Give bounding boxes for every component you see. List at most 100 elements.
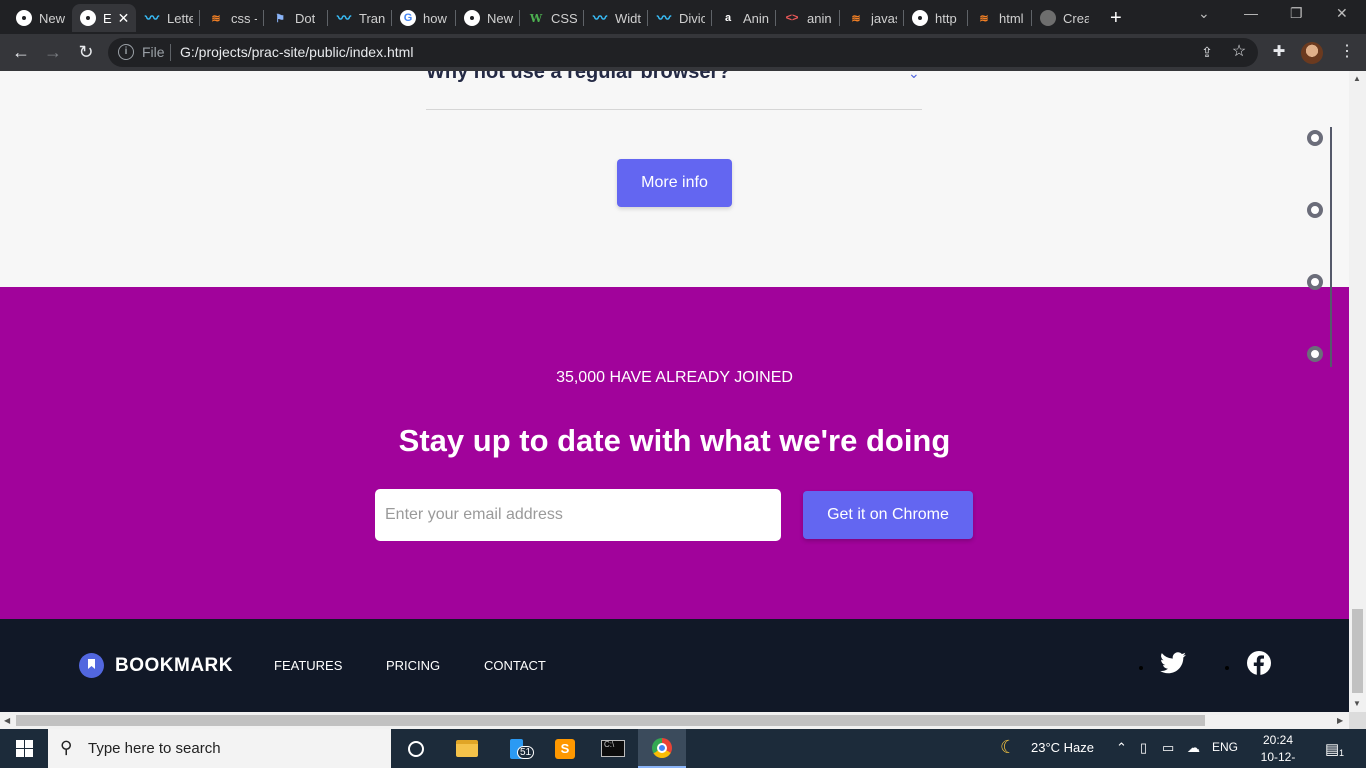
weather-icon[interactable]: ☾: [1000, 737, 1016, 758]
reload-button[interactable]: ↻: [75, 41, 97, 63]
extensions-icon[interactable]: ✚: [1268, 41, 1290, 63]
tab-title: Dot: [295, 10, 316, 26]
browser-tab[interactable]: <> anin: [776, 4, 838, 32]
sublime-text-button[interactable]: S: [541, 729, 589, 768]
scrollbar-corner: [1349, 712, 1366, 729]
taskbar-search-box[interactable]: ⚲ Type here to search: [48, 729, 391, 768]
browser-tab[interactable]: Crea: [1032, 4, 1094, 32]
menu-icon[interactable]: ⋮: [1336, 41, 1358, 63]
clock-time: 20:24: [1262, 733, 1294, 747]
browser-tab[interactable]: a Anin: [712, 4, 774, 32]
profile-avatar[interactable]: [1301, 42, 1323, 64]
tab-title: New: [39, 10, 65, 26]
terminal-button[interactable]: C:\: [589, 729, 637, 768]
footer-link-pricing[interactable]: PRICING: [386, 658, 440, 673]
scroll-indicator-dot[interactable]: [1307, 130, 1323, 146]
tab-title: css -: [231, 10, 257, 26]
browser-tab[interactable]: New: [8, 4, 72, 32]
browser-tab-active[interactable]: E ✕: [72, 4, 136, 32]
browser-toolbar: ← → ↻ i File G:/projects/prac-site/publi…: [0, 34, 1366, 71]
info-icon[interactable]: i: [118, 44, 134, 60]
new-tab-button[interactable]: +: [1110, 7, 1122, 30]
scroll-left-arrow[interactable]: ◀: [4, 716, 10, 725]
scroll-down-arrow[interactable]: ▼: [1353, 699, 1361, 708]
browser-tab[interactable]: 〰 Tran: [328, 4, 390, 32]
browser-tab[interactable]: G how: [392, 4, 454, 32]
url-text[interactable]: G:/projects/prac-site/public/index.html: [180, 44, 413, 60]
terminal-icon: C:\: [601, 740, 625, 757]
windows-taskbar: ⚲ Type here to search 51 S C:\ ☾ 23°C Ha…: [0, 729, 1366, 768]
address-bar[interactable]: i File G:/projects/prac-site/public/inde…: [108, 38, 1258, 67]
flag-icon: ⚑: [275, 12, 285, 25]
browser-tab[interactable]: W CSS: [520, 4, 582, 32]
browser-tab[interactable]: ≋ javas: [840, 4, 902, 32]
language-indicator[interactable]: ENG: [1212, 740, 1238, 754]
vertical-scroll-thumb[interactable]: [1352, 609, 1363, 693]
browser-tab[interactable]: ≋ css -: [200, 4, 262, 32]
newsletter-section: 35,000 HAVE ALREADY JOINED Stay up to da…: [0, 287, 1349, 619]
scroll-indicator-dot[interactable]: [1307, 346, 1323, 362]
close-window-button[interactable]: ✕: [1336, 5, 1348, 22]
taskbar-search-placeholder: Type here to search: [88, 740, 221, 757]
share-icon[interactable]: ⇪: [1196, 41, 1218, 63]
tailwind-icon: 〰: [657, 10, 671, 26]
chevron-down-icon[interactable]: ⌄: [908, 71, 920, 82]
forward-button[interactable]: →: [42, 41, 64, 63]
newsletter-headline: Stay up to date with what we're doing: [398, 423, 951, 458]
chrome-icon: [652, 737, 672, 758]
tab-title: Anin: [743, 10, 769, 26]
joined-count-text: 35,000 HAVE ALREADY JOINED: [556, 369, 793, 386]
tailwind-icon: 〰: [337, 10, 351, 26]
windows-start-icon[interactable]: [16, 740, 33, 757]
stackoverflow-icon: ≋: [979, 12, 989, 25]
battery-icon[interactable]: ▭: [1162, 740, 1174, 756]
email-input[interactable]: [375, 489, 781, 541]
more-info-button[interactable]: More info: [617, 159, 732, 207]
browser-tab[interactable]: ⚑ Dot: [264, 4, 326, 32]
scroll-indicator-dot[interactable]: [1307, 274, 1323, 290]
browser-tab[interactable]: 〰 Lette: [136, 4, 198, 32]
system-clock[interactable]: 20:24 10-12-2021: [1248, 732, 1308, 768]
close-tab-icon[interactable]: ✕: [118, 10, 130, 27]
chevron-up-icon[interactable]: ⌃: [1116, 740, 1127, 756]
device-icon[interactable]: ▯: [1140, 740, 1147, 756]
footer-link-features[interactable]: FEATURES: [274, 658, 342, 673]
minimize-button[interactable]: —: [1244, 5, 1258, 21]
restore-button[interactable]: ❐: [1290, 5, 1303, 22]
scroll-right-arrow[interactable]: ▶: [1337, 716, 1343, 725]
tab-title: CSS: [551, 10, 577, 26]
get-chrome-button[interactable]: Get it on Chrome: [803, 491, 973, 539]
back-button[interactable]: ←: [10, 41, 32, 63]
cortana-button[interactable]: [392, 729, 440, 768]
tab-title: Divic: [679, 10, 705, 26]
scroll-indicator-dot[interactable]: [1307, 202, 1323, 218]
tab-title: html: [999, 10, 1024, 26]
faq-question[interactable]: Why not use a regular browser?: [426, 71, 922, 84]
clock-date: 10-12-2021: [1260, 750, 1296, 768]
horizontal-scrollbar[interactable]: ◀ ▶: [0, 712, 1349, 729]
file-explorer-button[interactable]: [443, 729, 491, 768]
browser-tab[interactable]: http: [904, 4, 966, 32]
globe-icon: [912, 10, 928, 26]
browser-tab[interactable]: New: [456, 4, 518, 32]
weather-text[interactable]: 23°C Haze: [1031, 740, 1094, 755]
twitter-icon[interactable]: [1160, 652, 1186, 674]
scheme-label: File: [142, 44, 165, 60]
tab-title: how: [423, 10, 447, 26]
tab-search-icon[interactable]: ⌄: [1198, 5, 1210, 22]
bookmark-star-icon[interactable]: ☆: [1228, 41, 1250, 63]
vertical-scrollbar[interactable]: ▲ ▼: [1349, 71, 1366, 712]
browser-tab[interactable]: 〰 Widt: [584, 4, 646, 32]
browser-tab[interactable]: ≋ html: [968, 4, 1030, 32]
search-icon: ⚲: [60, 738, 73, 757]
browser-tab[interactable]: 〰 Divic: [648, 4, 710, 32]
horizontal-scroll-thumb[interactable]: [16, 715, 1205, 726]
chrome-taskbar-button[interactable]: [638, 729, 686, 768]
footer-link-contact[interactable]: CONTACT: [484, 658, 546, 673]
logo-text[interactable]: BOOKMARK: [115, 655, 233, 677]
notification-center-icon[interactable]: ▤: [1325, 740, 1339, 758]
facebook-icon[interactable]: [1247, 651, 1271, 675]
network-icon[interactable]: ☁: [1187, 740, 1200, 756]
scroll-up-arrow[interactable]: ▲: [1353, 74, 1361, 83]
code-icon: <>: [785, 12, 799, 24]
